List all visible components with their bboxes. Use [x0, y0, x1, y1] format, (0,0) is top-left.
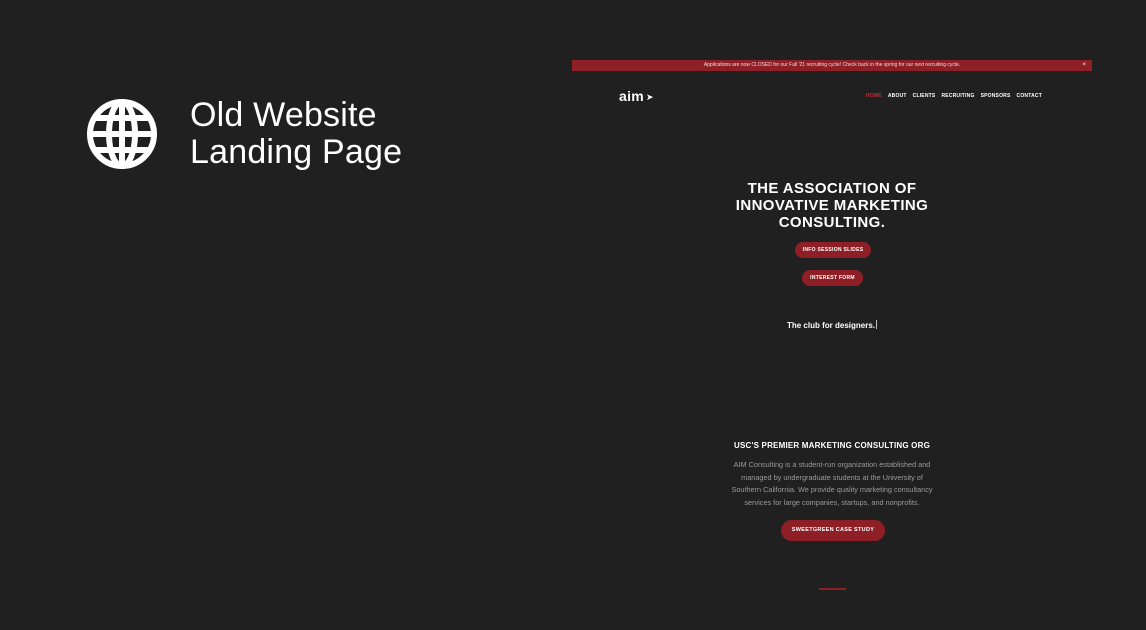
- nav-recruiting[interactable]: RECRUITING: [941, 93, 974, 99]
- sweetgreen-case-study-button[interactable]: SWEETGREEN CASE STUDY: [781, 520, 885, 541]
- description-line: managed by undergraduate students at the…: [741, 472, 923, 482]
- globe-icon: [87, 99, 157, 169]
- nav-sponsors[interactable]: SPONSORS: [981, 93, 1011, 99]
- banner-text: Applications are now CLOSED for our Fall…: [703, 62, 961, 68]
- main-nav: HOME ABOUT CLIENTS RECRUITING SPONSORS C…: [866, 93, 1042, 99]
- hero-title-line: CONSULTING.: [778, 214, 886, 231]
- description-line: Southern California. We provide quality …: [731, 485, 933, 494]
- hero-title-line: THE ASSOCIATION OF: [747, 180, 917, 197]
- description-line: AIM Consulting is a student-run organiza…: [733, 460, 931, 469]
- hero-title-line: INNOVATIVE MARKETING: [735, 197, 929, 214]
- nav-about[interactable]: ABOUT: [888, 93, 907, 99]
- description-line: services for large companies, startups, …: [744, 497, 920, 507]
- nav-home[interactable]: HOME: [866, 93, 882, 99]
- close-icon[interactable]: ×: [1082, 60, 1086, 71]
- nav-contact[interactable]: CONTACT: [1017, 93, 1042, 99]
- interest-form-button[interactable]: INTEREST FORM: [802, 270, 863, 286]
- text-cursor: [876, 320, 877, 329]
- arrow-icon: ➤: [646, 92, 654, 102]
- info-session-slides-button[interactable]: INFO SESSION SLIDES: [795, 242, 871, 258]
- section-title: USC'S PREMIER MARKETING CONSULTING ORG: [733, 441, 931, 450]
- divider: [819, 588, 846, 590]
- hero-title: THE ASSOCIATION OF INNOVATIVE MARKETING …: [682, 180, 982, 231]
- tagline-text: The club for designers.: [786, 321, 875, 330]
- nav-clients[interactable]: CLIENTS: [913, 93, 936, 99]
- website-preview: Applications are now CLOSED for our Fall…: [572, 60, 1092, 630]
- slide-title-line: Landing Page: [190, 133, 403, 171]
- about-description: AIM Consulting is a student-run organiza…: [712, 459, 952, 509]
- logo-text: aim: [619, 88, 645, 104]
- tagline: The club for designers.: [572, 320, 1092, 330]
- slide-title-line: Old Website: [190, 96, 377, 134]
- announcement-banner: Applications are now CLOSED for our Fall…: [572, 60, 1092, 71]
- slide-title: Old Website Landing Page: [190, 97, 402, 171]
- site-logo[interactable]: aim ➤: [619, 88, 654, 104]
